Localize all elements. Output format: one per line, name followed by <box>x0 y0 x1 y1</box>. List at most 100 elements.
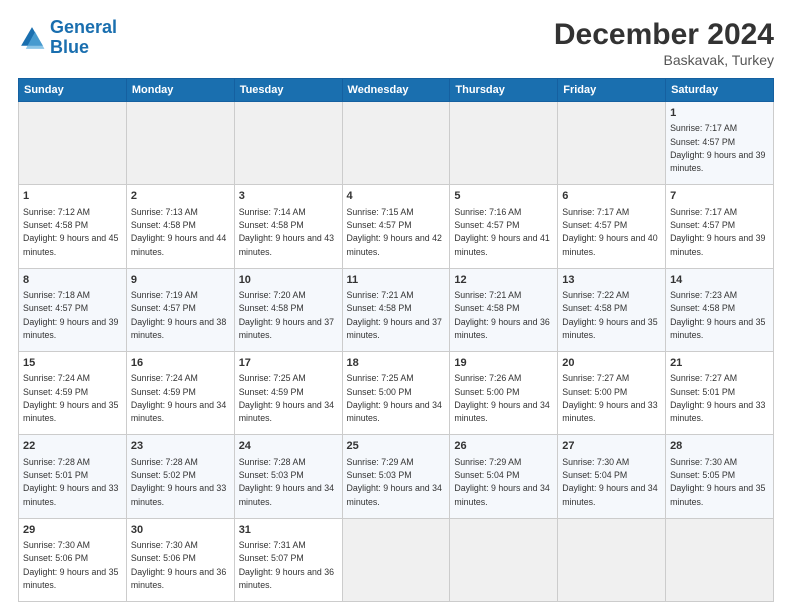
col-saturday: Saturday <box>666 79 774 102</box>
table-row: 2 Sunrise: 7:13 AMSunset: 4:58 PMDayligh… <box>126 185 234 268</box>
table-row <box>342 518 450 601</box>
day-info: Sunrise: 7:30 AMSunset: 5:04 PMDaylight:… <box>562 457 657 507</box>
day-number: 29 <box>23 523 122 538</box>
day-number: 17 <box>239 356 338 371</box>
day-number: 19 <box>454 356 553 371</box>
table-row: 27 Sunrise: 7:30 AMSunset: 5:04 PMDaylig… <box>558 435 666 518</box>
day-number: 2 <box>131 189 230 204</box>
day-number: 6 <box>562 189 661 204</box>
day-info: Sunrise: 7:27 AMSunset: 5:01 PMDaylight:… <box>670 373 765 423</box>
day-info: Sunrise: 7:21 AMSunset: 4:58 PMDaylight:… <box>347 290 442 340</box>
table-row: 16 Sunrise: 7:24 AMSunset: 4:59 PMDaylig… <box>126 351 234 434</box>
table-row: 1 Sunrise: 7:17 AMSunset: 4:57 PMDayligh… <box>666 102 774 185</box>
calendar-week-row: 22 Sunrise: 7:28 AMSunset: 5:01 PMDaylig… <box>19 435 774 518</box>
table-row: 23 Sunrise: 7:28 AMSunset: 5:02 PMDaylig… <box>126 435 234 518</box>
col-wednesday: Wednesday <box>342 79 450 102</box>
day-info: Sunrise: 7:26 AMSunset: 5:00 PMDaylight:… <box>454 373 549 423</box>
day-info: Sunrise: 7:14 AMSunset: 4:58 PMDaylight:… <box>239 207 334 257</box>
day-number: 21 <box>670 356 769 371</box>
table-row <box>19 102 127 185</box>
calendar-header-row: Sunday Monday Tuesday Wednesday Thursday… <box>19 79 774 102</box>
day-number: 10 <box>239 273 338 288</box>
day-info: Sunrise: 7:13 AMSunset: 4:58 PMDaylight:… <box>131 207 226 257</box>
day-info: Sunrise: 7:28 AMSunset: 5:01 PMDaylight:… <box>23 457 118 507</box>
day-number: 5 <box>454 189 553 204</box>
day-info: Sunrise: 7:29 AMSunset: 5:03 PMDaylight:… <box>347 457 442 507</box>
day-info: Sunrise: 7:24 AMSunset: 4:59 PMDaylight:… <box>131 373 226 423</box>
day-info: Sunrise: 7:16 AMSunset: 4:57 PMDaylight:… <box>454 207 549 257</box>
table-row: 9 Sunrise: 7:19 AMSunset: 4:57 PMDayligh… <box>126 268 234 351</box>
day-info: Sunrise: 7:12 AMSunset: 4:58 PMDaylight:… <box>23 207 118 257</box>
day-number: 23 <box>131 439 230 454</box>
table-row: 13 Sunrise: 7:22 AMSunset: 4:58 PMDaylig… <box>558 268 666 351</box>
day-info: Sunrise: 7:21 AMSunset: 4:58 PMDaylight:… <box>454 290 549 340</box>
col-monday: Monday <box>126 79 234 102</box>
table-row: 22 Sunrise: 7:28 AMSunset: 5:01 PMDaylig… <box>19 435 127 518</box>
day-info: Sunrise: 7:19 AMSunset: 4:57 PMDaylight:… <box>131 290 226 340</box>
table-row: 14 Sunrise: 7:23 AMSunset: 4:58 PMDaylig… <box>666 268 774 351</box>
logo: General Blue <box>18 18 117 58</box>
day-number: 18 <box>347 356 446 371</box>
day-number: 12 <box>454 273 553 288</box>
table-row: 15 Sunrise: 7:24 AMSunset: 4:59 PMDaylig… <box>19 351 127 434</box>
table-row: 17 Sunrise: 7:25 AMSunset: 4:59 PMDaylig… <box>234 351 342 434</box>
day-info: Sunrise: 7:22 AMSunset: 4:58 PMDaylight:… <box>562 290 657 340</box>
table-row <box>558 518 666 601</box>
day-number: 9 <box>131 273 230 288</box>
logo-line2: Blue <box>50 37 89 57</box>
table-row: 5 Sunrise: 7:16 AMSunset: 4:57 PMDayligh… <box>450 185 558 268</box>
day-number: 22 <box>23 439 122 454</box>
day-info: Sunrise: 7:18 AMSunset: 4:57 PMDaylight:… <box>23 290 118 340</box>
table-row: 7 Sunrise: 7:17 AMSunset: 4:57 PMDayligh… <box>666 185 774 268</box>
table-row: 19 Sunrise: 7:26 AMSunset: 5:00 PMDaylig… <box>450 351 558 434</box>
day-info: Sunrise: 7:24 AMSunset: 4:59 PMDaylight:… <box>23 373 118 423</box>
day-number: 25 <box>347 439 446 454</box>
calendar-week-row: 1 Sunrise: 7:17 AMSunset: 4:57 PMDayligh… <box>19 102 774 185</box>
calendar-week-row: 29 Sunrise: 7:30 AMSunset: 5:06 PMDaylig… <box>19 518 774 601</box>
day-number: 26 <box>454 439 553 454</box>
day-number: 27 <box>562 439 661 454</box>
day-info: Sunrise: 7:30 AMSunset: 5:05 PMDaylight:… <box>670 457 765 507</box>
calendar-week-row: 15 Sunrise: 7:24 AMSunset: 4:59 PMDaylig… <box>19 351 774 434</box>
table-row: 10 Sunrise: 7:20 AMSunset: 4:58 PMDaylig… <box>234 268 342 351</box>
day-info: Sunrise: 7:25 AMSunset: 5:00 PMDaylight:… <box>347 373 442 423</box>
calendar-title: December 2024 <box>554 18 774 52</box>
col-sunday: Sunday <box>19 79 127 102</box>
calendar-table: Sunday Monday Tuesday Wednesday Thursday… <box>18 78 774 602</box>
day-number: 4 <box>347 189 446 204</box>
table-row: 28 Sunrise: 7:30 AMSunset: 5:05 PMDaylig… <box>666 435 774 518</box>
table-row: 21 Sunrise: 7:27 AMSunset: 5:01 PMDaylig… <box>666 351 774 434</box>
logo-line1: General <box>50 17 117 37</box>
day-info: Sunrise: 7:20 AMSunset: 4:58 PMDaylight:… <box>239 290 334 340</box>
page: General Blue December 2024 Baskavak, Tur… <box>0 0 792 612</box>
table-row: 12 Sunrise: 7:21 AMSunset: 4:58 PMDaylig… <box>450 268 558 351</box>
header: General Blue December 2024 Baskavak, Tur… <box>18 18 774 68</box>
logo-text: General Blue <box>50 18 117 58</box>
day-number: 3 <box>239 189 338 204</box>
day-info: Sunrise: 7:23 AMSunset: 4:58 PMDaylight:… <box>670 290 765 340</box>
calendar-week-row: 8 Sunrise: 7:18 AMSunset: 4:57 PMDayligh… <box>19 268 774 351</box>
table-row: 20 Sunrise: 7:27 AMSunset: 5:00 PMDaylig… <box>558 351 666 434</box>
table-row: 31 Sunrise: 7:31 AMSunset: 5:07 PMDaylig… <box>234 518 342 601</box>
day-number: 14 <box>670 273 769 288</box>
day-info: Sunrise: 7:30 AMSunset: 5:06 PMDaylight:… <box>23 540 118 590</box>
col-tuesday: Tuesday <box>234 79 342 102</box>
table-row: 25 Sunrise: 7:29 AMSunset: 5:03 PMDaylig… <box>342 435 450 518</box>
table-row <box>342 102 450 185</box>
day-number: 15 <box>23 356 122 371</box>
day-info: Sunrise: 7:31 AMSunset: 5:07 PMDaylight:… <box>239 540 334 590</box>
day-info: Sunrise: 7:27 AMSunset: 5:00 PMDaylight:… <box>562 373 657 423</box>
table-row <box>450 102 558 185</box>
title-block: December 2024 Baskavak, Turkey <box>554 18 774 68</box>
table-row: 1 Sunrise: 7:12 AMSunset: 4:58 PMDayligh… <box>19 185 127 268</box>
table-row <box>558 102 666 185</box>
table-row: 18 Sunrise: 7:25 AMSunset: 5:00 PMDaylig… <box>342 351 450 434</box>
day-number: 1 <box>670 106 769 121</box>
day-number: 16 <box>131 356 230 371</box>
day-number: 11 <box>347 273 446 288</box>
logo-icon <box>18 24 46 52</box>
day-number: 1 <box>23 189 122 204</box>
day-info: Sunrise: 7:17 AMSunset: 4:57 PMDaylight:… <box>670 207 765 257</box>
table-row: 11 Sunrise: 7:21 AMSunset: 4:58 PMDaylig… <box>342 268 450 351</box>
table-row: 29 Sunrise: 7:30 AMSunset: 5:06 PMDaylig… <box>19 518 127 601</box>
